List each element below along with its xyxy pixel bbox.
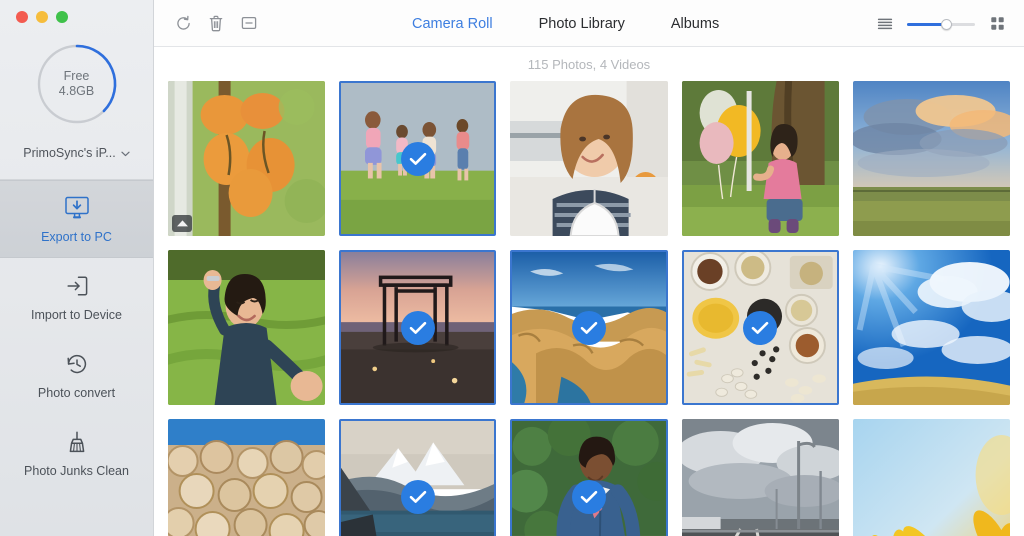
import-arrow-icon <box>65 272 89 300</box>
sidebar-item-photo-convert[interactable]: Photo convert <box>0 336 153 414</box>
photo-thumbnail-mountain-lake[interactable] <box>339 419 497 536</box>
chevron-down-icon <box>121 151 130 157</box>
window-controls <box>16 11 68 23</box>
grid-view-button[interactable] <box>986 13 1008 35</box>
thumbnail-image <box>510 81 668 236</box>
refresh-icon <box>176 15 190 30</box>
photo-thumbnail-beach-pergola-dusk[interactable] <box>339 250 497 405</box>
monitor-download-icon <box>64 194 90 222</box>
sidebar-item-label: Photo Junks Clean <box>24 464 129 478</box>
toolbar-actions <box>172 12 260 34</box>
selection-check-icon[interactable] <box>571 479 606 514</box>
thumbnail-image <box>681 419 839 536</box>
photo-thumbnail-sunflower[interactable] <box>852 419 1010 536</box>
device-name: PrimoSync's iP... <box>23 146 116 160</box>
view-controls <box>874 0 1008 47</box>
photo-thumbnail-boy-in-green-field[interactable] <box>168 250 326 405</box>
thumbnail-image <box>512 421 666 536</box>
photo-grid <box>168 81 1010 536</box>
photo-thumbnail-canyon-lake[interactable] <box>510 250 668 405</box>
selection-check-icon[interactable] <box>400 141 435 176</box>
tab-camera-roll[interactable]: Camera Roll <box>412 16 493 32</box>
selection-check-icon[interactable] <box>400 479 435 514</box>
sidebar-nav: Export to PC Import to Device Photo conv… <box>0 180 153 492</box>
storage-value: 4.8GB <box>58 84 95 98</box>
storage-indicator: Free 4.8GB <box>35 42 119 126</box>
tab-photo-library[interactable]: Photo Library <box>539 16 625 32</box>
slider-fill <box>907 22 945 26</box>
thumbnail-image <box>341 421 495 536</box>
sidebar-item-label: Export to PC <box>41 230 112 244</box>
sidebar-item-photo-junks-clean[interactable]: Photo Junks Clean <box>0 414 153 492</box>
photo-thumbnail-girl-with-balloons[interactable] <box>681 81 839 236</box>
thumbnail-image <box>168 81 326 236</box>
close-window-button[interactable] <box>16 11 28 23</box>
tab-albums[interactable]: Albums <box>671 16 719 32</box>
photo-thumbnail-children-running[interactable] <box>339 81 497 236</box>
trash-icon <box>209 15 223 31</box>
list-view-icon <box>877 18 893 29</box>
grid-view-icon <box>990 17 1004 30</box>
thumbnail-image <box>852 419 1010 536</box>
zoom-slider[interactable] <box>907 17 975 31</box>
photo-count-summary: 115 Photos, 4 Videos <box>527 56 651 72</box>
device-selector[interactable]: PrimoSync's iP... <box>23 146 130 160</box>
app-window: Free 4.8GB PrimoSync's iP... Export to P… <box>0 0 1024 536</box>
photo-thumbnail-grains-and-beans[interactable] <box>681 250 839 405</box>
selection-check-icon[interactable] <box>400 310 435 345</box>
status-bar: 115 Photos, 4 Videos <box>154 47 1024 81</box>
selection-check-icon[interactable] <box>743 310 778 345</box>
main-panel: Camera Roll Photo Library Albums 115 Pho… <box>154 0 1024 536</box>
photo-grid-scroll[interactable] <box>154 81 1024 536</box>
broom-icon <box>64 428 90 456</box>
delete-button[interactable] <box>205 12 227 34</box>
minimize-window-button[interactable] <box>36 11 48 23</box>
photo-thumbnail-girl-with-hanger[interactable] <box>510 81 668 236</box>
list-view-button[interactable] <box>874 13 896 35</box>
selection-check-icon[interactable] <box>571 310 606 345</box>
slider-knob[interactable] <box>941 18 952 30</box>
thumbnail-image <box>852 81 1010 236</box>
thumbnail-image <box>168 250 326 405</box>
sidebar-item-export-to-pc[interactable]: Export to PC <box>0 180 153 258</box>
storage-text: Free 4.8GB <box>35 42 119 126</box>
minus-box-icon <box>241 16 257 30</box>
icloud-cloud-icon <box>172 215 192 232</box>
storage-label: Free <box>63 69 90 83</box>
deselect-button[interactable] <box>238 12 260 34</box>
photo-thumbnail-highway-storm[interactable] <box>681 419 839 536</box>
thumbnail-image <box>168 419 326 536</box>
clock-rotate-icon <box>65 350 89 378</box>
photo-thumbnail-man-in-blue-suit[interactable] <box>510 419 668 536</box>
photo-thumbnail-stacked-logs[interactable] <box>168 419 326 536</box>
thumbnail-image <box>852 250 1010 405</box>
sidebar-item-label: Photo convert <box>37 386 116 400</box>
view-tabs: Camera Roll Photo Library Albums <box>412 0 719 47</box>
photo-thumbnail-field-sunset-clouds[interactable] <box>852 81 1010 236</box>
thumbnail-image <box>681 81 839 236</box>
photo-thumbnail-oranges-on-tree[interactable] <box>168 81 326 236</box>
maximize-window-button[interactable] <box>56 11 68 23</box>
sidebar-item-label: Import to Device <box>30 308 122 322</box>
sidebar-item-import-to-device[interactable]: Import to Device <box>0 258 153 336</box>
toolbar: Camera Roll Photo Library Albums <box>154 0 1024 47</box>
photo-thumbnail-blue-sky-clouds[interactable] <box>852 250 1010 405</box>
refresh-button[interactable] <box>172 12 194 34</box>
sidebar: Free 4.8GB PrimoSync's iP... Export to P… <box>0 0 154 536</box>
